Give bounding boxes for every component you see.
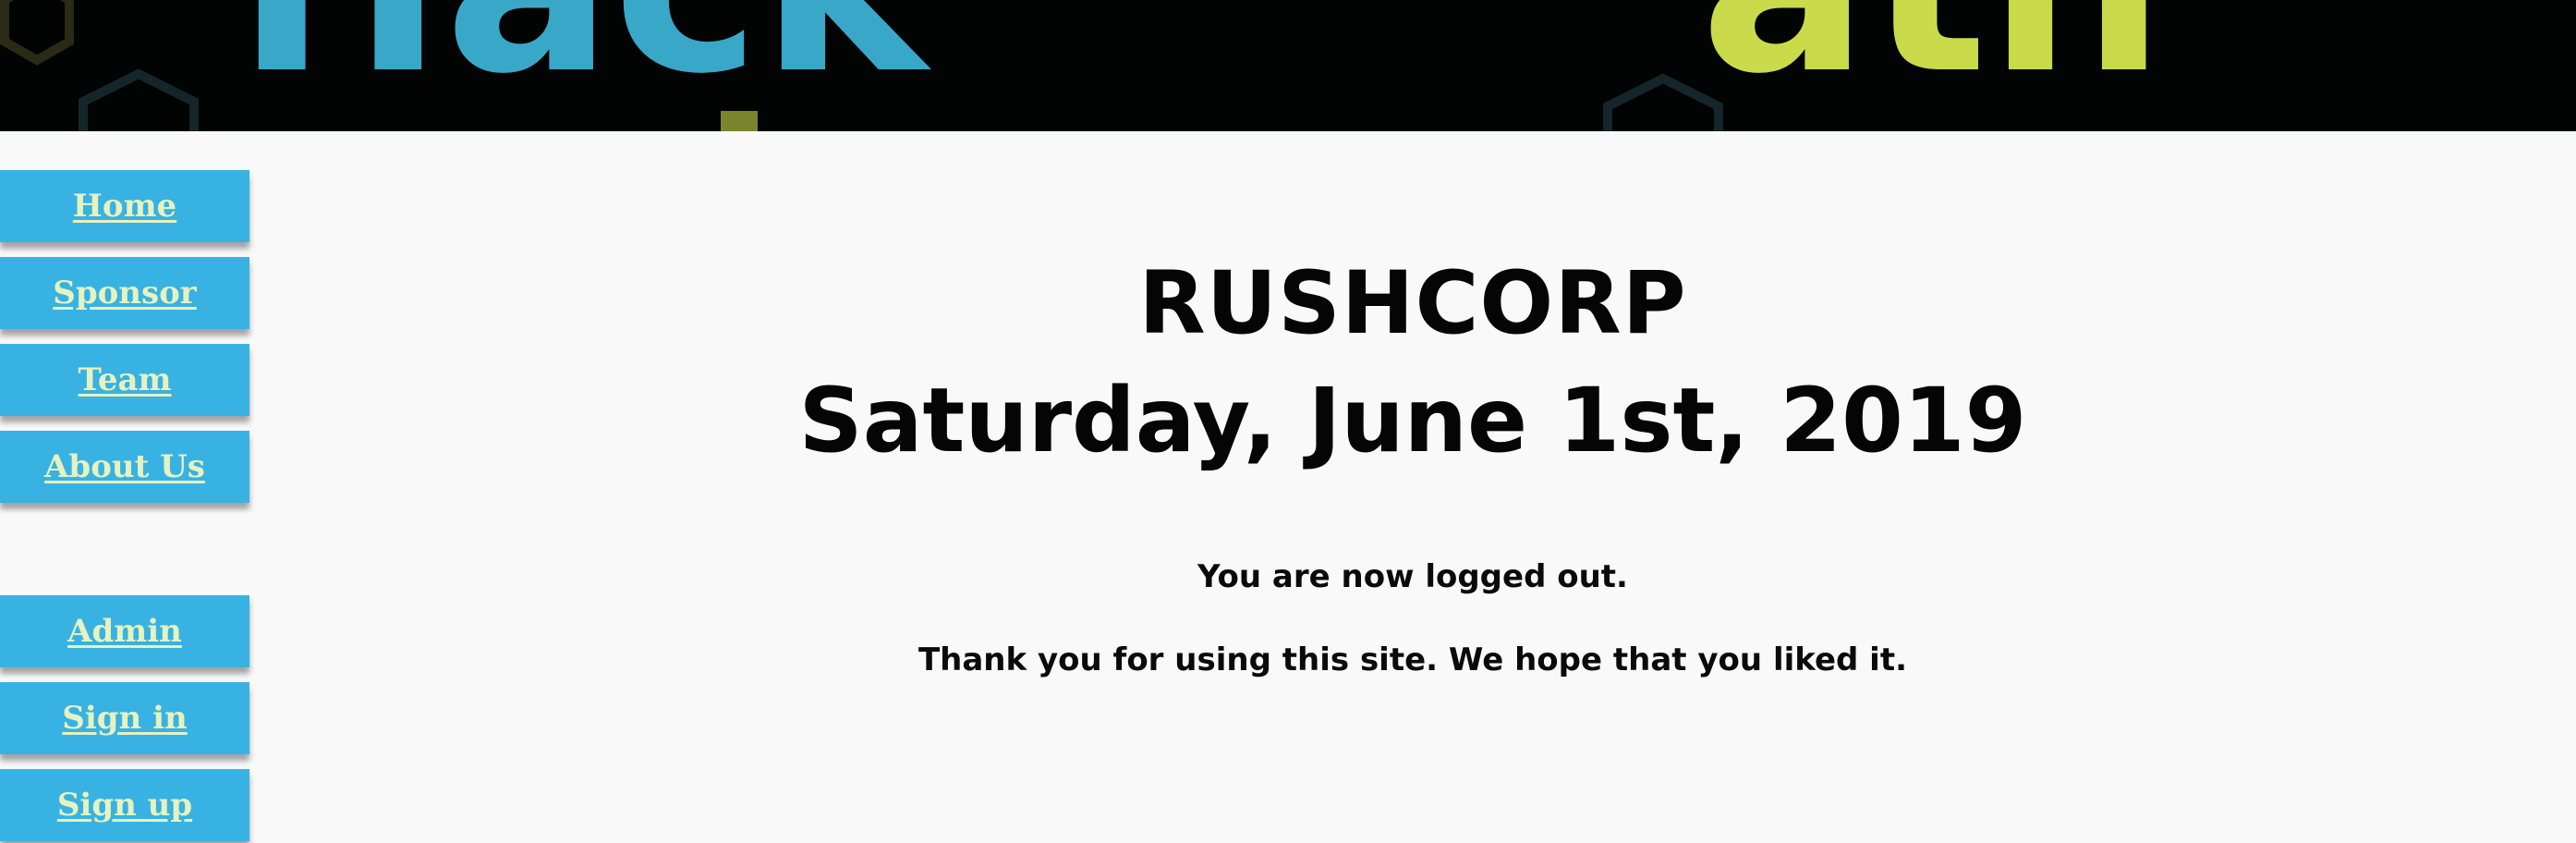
logo-text-right: ath — [1700, 0, 2165, 128]
nav-sign-up-button[interactable]: Sign up — [0, 769, 249, 841]
company-title: RUSHCORP — [1138, 253, 1687, 354]
nav-admin-label[interactable]: Admin — [67, 613, 182, 650]
date-title: Saturday, June 1st, 2019 — [798, 369, 2027, 472]
nav-sign-up-label[interactable]: Sign up — [57, 787, 192, 824]
nav-sponsor-button[interactable]: Sponsor — [0, 257, 249, 329]
nav-sign-in-label[interactable]: Sign in — [62, 700, 187, 737]
nav-about-us-label[interactable]: About Us — [44, 448, 205, 485]
logo-text-left: Hack — [236, 0, 932, 128]
header-banner: Hack ath — [0, 0, 2576, 131]
nav-sign-in-button[interactable]: Sign in — [0, 682, 249, 754]
main-content: RUSHCORP Saturday, June 1st, 2019 You ar… — [249, 131, 2576, 843]
thanks-message: Thank you for using this site. We hope t… — [917, 641, 1908, 678]
hackathon-logo-image: Hack ath — [0, 0, 2165, 131]
nav-admin-button[interactable]: Admin — [0, 595, 249, 667]
nav-about-us-button[interactable]: About Us — [0, 431, 249, 503]
nav-sponsor-label[interactable]: Sponsor — [53, 275, 196, 312]
nav-team-label[interactable]: Team — [78, 361, 171, 398]
logout-message: You are now logged out. — [1197, 558, 1628, 595]
nav-team-button[interactable]: Team — [0, 344, 249, 416]
nav-home-label[interactable]: Home — [73, 188, 176, 225]
nav-home-button[interactable]: Home — [0, 170, 249, 242]
